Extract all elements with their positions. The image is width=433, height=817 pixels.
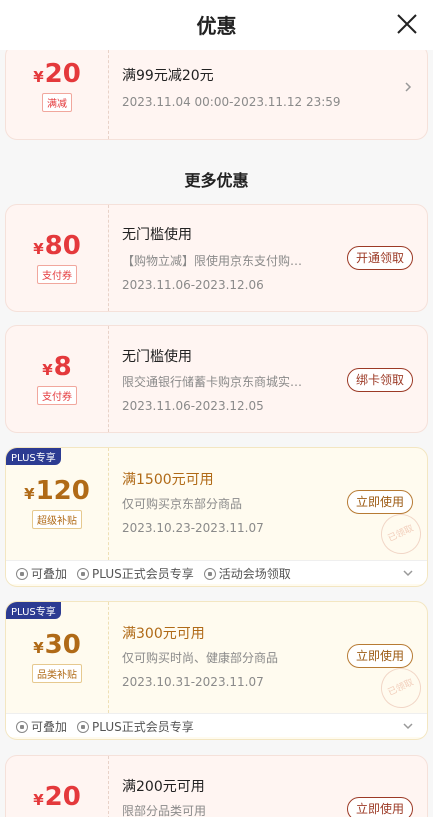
coupon-desc: 仅可购买时尚、健康部分商品	[122, 651, 279, 665]
coupon-page: 优惠 ¥20 满减 满99元减20元 2023.11.04 00:00-2023…	[0, 0, 433, 817]
coupon-title: 满99元减20元	[122, 68, 214, 84]
footer-tag: 活动会场领取	[218, 567, 291, 581]
coupon-card-top[interactable]: ¥20 满减 满99元减20元 2023.11.04 00:00-2023.11…	[5, 44, 428, 140]
coupon-card: ¥8 支付券 无门槛使用 限交通银行储蓄卡购京东商城实… 2023.11.06-…	[5, 325, 428, 433]
coupon-desc: 限部分品类可用	[122, 804, 207, 817]
use-now-button[interactable]: 立即使用	[346, 797, 413, 817]
coupon-validity: 2023.10.31-2023.11.07	[122, 675, 264, 689]
chevron-down-icon[interactable]	[403, 721, 413, 731]
chevron-down-icon[interactable]	[403, 568, 413, 578]
footer-tag: 可叠加	[31, 720, 68, 734]
claimed-stamp: 已领取	[374, 661, 427, 715]
coupon-tag: 满减	[42, 93, 72, 112]
stack-icon	[16, 567, 28, 580]
section-title: 更多优惠	[184, 171, 249, 190]
coupon-amount: ¥30	[33, 630, 81, 660]
coupon-tag: 支付券	[37, 386, 77, 405]
coupon-footer: 可叠加 PLUS正式会员专享	[6, 713, 427, 737]
activate-claim-button[interactable]: 开通领取	[346, 246, 413, 270]
coupon-desc: 【购物立减】限使用京东支付购…	[122, 254, 303, 268]
page-title: 优惠	[196, 14, 237, 38]
use-now-button[interactable]: 立即使用	[346, 644, 413, 668]
coupon-title: 满200元可用	[122, 779, 205, 795]
coupon-validity: 2023.11.06-2023.12.05	[122, 399, 264, 413]
claimed-stamp: 已领取	[374, 507, 427, 561]
coupon-validity: 2023.11.06-2023.12.06	[122, 278, 264, 292]
coupon-amount: ¥20	[33, 782, 81, 812]
coupon-card: ¥80 支付券 无门槛使用 【购物立减】限使用京东支付购… 2023.11.06…	[5, 204, 428, 312]
coupon-validity: 2023.11.04 00:00-2023.11.12 23:59	[122, 95, 341, 109]
close-icon[interactable]	[395, 12, 419, 36]
crown-icon	[77, 720, 90, 733]
coupon-title: 无门槛使用	[122, 227, 192, 243]
coupon-title: 满300元可用	[122, 626, 205, 642]
coupon-desc: 仅可购买京东部分商品	[122, 497, 243, 511]
bind-card-claim-button[interactable]: 绑卡领取	[346, 368, 413, 392]
plus-badge: PLUS专享	[6, 602, 61, 619]
coupon-card: ¥20 满200元可用 限部分品类可用 立即使用	[5, 755, 428, 817]
coupon-validity: 2023.10.23-2023.11.07	[122, 521, 264, 535]
chevron-right-icon[interactable]	[403, 82, 413, 92]
use-now-button[interactable]: 立即使用	[346, 490, 413, 514]
footer-tag: 可叠加	[31, 567, 68, 581]
coupon-amount: ¥80	[33, 231, 81, 261]
footer-tag: PLUS正式会员专享	[92, 720, 194, 734]
stack-icon	[16, 720, 28, 733]
coupon-tag: 品类补贴	[32, 664, 82, 683]
footer-tag: PLUS正式会员专享	[92, 567, 194, 581]
coupon-title: 满1500元可用	[122, 472, 214, 488]
venue-icon	[203, 567, 216, 580]
coupon-amount: ¥8	[42, 352, 72, 382]
coupon-desc: 限交通银行储蓄卡购京东商城实…	[122, 375, 303, 389]
header: 优惠	[0, 0, 433, 50]
coupon-tag: 支付券	[37, 265, 77, 284]
crown-icon	[77, 567, 90, 580]
coupon-footer: 可叠加 PLUS正式会员专享 活动会场领取	[6, 560, 427, 584]
coupon-amount: ¥20	[33, 59, 81, 89]
coupon-amount: ¥120	[24, 476, 90, 506]
coupon-tag: 超级补贴	[32, 510, 82, 529]
coupon-card-plus: PLUS专享 ¥120 超级补贴 满1500元可用 仅可购买京东部分商品 202…	[5, 447, 428, 587]
coupon-title: 无门槛使用	[122, 349, 192, 365]
plus-badge: PLUS专享	[6, 448, 61, 465]
coupon-card-plus: PLUS专享 ¥30 品类补贴 满300元可用 仅可购买时尚、健康部分商品 20…	[5, 601, 428, 740]
